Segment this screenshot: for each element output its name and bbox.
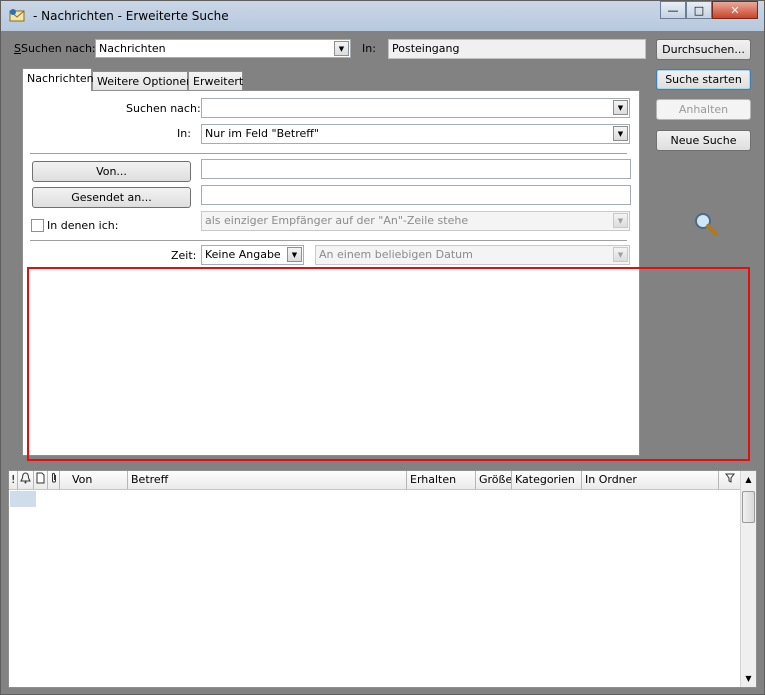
column-groesse[interactable]: Größe [476,471,512,489]
search-for-value: Nachrichten [99,42,166,55]
window-title: - Nachrichten - Erweiterte Suche [33,9,229,23]
close-button[interactable]: ✕ [712,1,758,19]
tab-nachrichten[interactable]: Nachrichten [22,68,94,91]
where-i-am-dropdown[interactable]: als einziger Empfänger auf der "An"-Zeil… [201,211,630,231]
magnifier-icon [695,213,718,236]
from-field[interactable] [201,159,631,179]
browse-button[interactable]: Durchsuchen... [656,39,751,60]
column-in-ordner[interactable]: In Ordner [582,471,719,489]
time-label: Zeit: [171,249,197,262]
scroll-thumb[interactable] [742,491,755,523]
in-folder-field: Posteingang [388,39,646,59]
column-type[interactable] [34,471,48,489]
column-erhalten[interactable]: Erhalten [407,471,476,489]
column-filter[interactable] [719,471,742,489]
chevron-down-icon: ▼ [613,100,628,115]
form-in-value: Nur im Feld "Betreff" [205,127,319,140]
column-reminder[interactable] [18,471,34,489]
scroll-up-icon[interactable]: ▲ [742,472,755,487]
selected-row[interactable] [10,491,36,507]
vertical-scrollbar[interactable]: ▲ ▼ [740,471,756,687]
document-icon [36,472,45,484]
column-betreff[interactable]: Betreff [128,471,407,489]
search-for-dropdown[interactable]: Nachrichten ▼ [95,39,351,58]
column-importance[interactable]: ! [9,471,18,489]
paperclip-icon [52,472,56,483]
search-for-label: SSuchen nach: [14,42,96,55]
where-i-am-checkbox[interactable] [31,219,44,232]
new-search-button[interactable]: Neue Suche [656,130,751,151]
maximize-button[interactable]: □ [686,1,712,19]
date-dropdown[interactable]: An einem beliebigen Datum ▼ [315,245,630,265]
time-dropdown[interactable]: Keine Angabe ▼ [201,245,304,265]
form-in-label: In: [177,127,191,140]
from-button[interactable]: Von... [32,161,191,182]
where-i-am-value: als einziger Empfänger auf der "An"-Zeil… [205,214,469,227]
sent-to-field[interactable] [201,185,631,205]
minimize-button[interactable]: — [660,1,686,19]
column-attachment[interactable] [48,471,60,489]
date-value: An einem beliebigen Datum [319,248,473,261]
where-i-am-label: In denen ich: [47,219,119,232]
sent-to-button[interactable]: Gesendet an... [32,187,191,208]
start-search-button[interactable]: Suche starten [656,69,751,90]
scroll-down-icon[interactable]: ▼ [742,671,755,686]
chevron-down-icon: ▼ [613,213,628,228]
title-bar[interactable]: - Nachrichten - Erweiterte Suche — □ ✕ [1,1,764,31]
form-search-label: Suchen nach: [126,102,201,115]
highlight-rectangle [27,267,750,461]
column-header-row: ! Von Betreff Erhalten Größe Kategorien … [9,471,742,490]
advanced-search-window: - Nachrichten - Erweiterte Suche — □ ✕ S… [0,0,765,695]
chevron-down-icon: ▼ [613,126,628,141]
form-in-dropdown[interactable]: Nur im Feld "Betreff" ▼ [201,124,630,144]
in-folder-label: In: [362,42,376,55]
column-kategorien[interactable]: Kategorien [512,471,582,489]
outlook-envelope-icon [9,9,25,22]
chevron-down-icon: ▼ [287,247,302,262]
divider [30,240,627,242]
bell-icon [20,472,31,484]
tab-erweitert[interactable]: Erweitert [188,71,243,91]
chevron-down-icon: ▼ [334,41,349,56]
divider [30,153,627,155]
time-value: Keine Angabe [205,248,281,261]
form-search-combo[interactable]: ▼ [201,98,630,118]
column-von[interactable]: Von [69,471,128,489]
tab-weitere-optionen[interactable]: Weitere Optionen [92,71,193,91]
results-list[interactable]: ! Von Betreff Erhalten Größe Kategorien … [8,470,757,688]
chevron-down-icon: ▼ [613,247,628,262]
stop-button[interactable]: Anhalten [656,99,751,120]
filter-icon [725,473,735,483]
